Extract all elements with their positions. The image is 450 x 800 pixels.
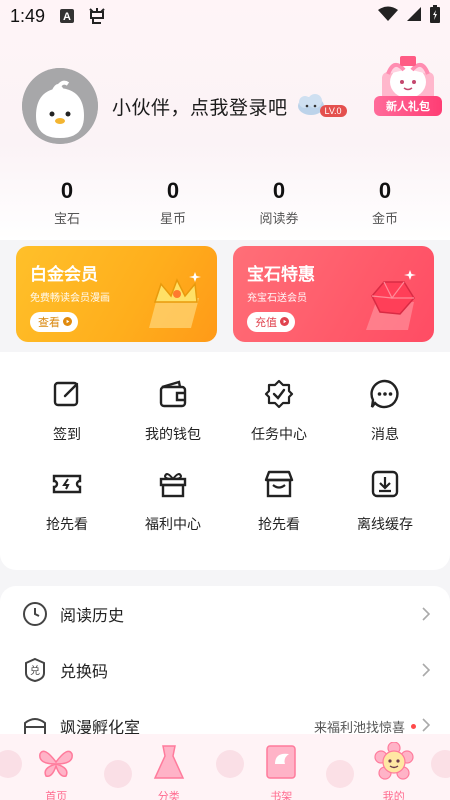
a-icon: A bbox=[59, 8, 75, 24]
play-arrow-icon bbox=[63, 316, 72, 329]
promo-cards: 白金会员 免费畅读会员漫画 查看 宝石特惠 充宝石送会员 充值 bbox=[16, 246, 434, 342]
bottom-tab-bar: 首页 分类 书架 我的 bbox=[0, 734, 450, 800]
status-bar: 1:49 A bbox=[0, 0, 450, 32]
stat-reading-coupons[interactable]: 0 阅读券 bbox=[226, 178, 332, 227]
gift-label: 新人礼包 bbox=[374, 96, 442, 116]
list-item-redeem-code[interactable]: 兑 兑换码 bbox=[0, 642, 450, 698]
svg-text:A: A bbox=[63, 11, 71, 23]
platinum-membership-card[interactable]: 白金会员 免费畅读会员漫画 查看 bbox=[16, 246, 217, 342]
stat-star-coins[interactable]: 0 星币 bbox=[120, 178, 226, 227]
stat-gems[interactable]: 0 宝石 bbox=[14, 178, 120, 227]
feature-grid-panel: 签到 我的钱包 任务中心 消息 抢先看 福利中心 抢先看 离线缓存 bbox=[0, 352, 450, 570]
gem-icon bbox=[366, 270, 416, 330]
profile-header[interactable]: 小伙伴，点我登录吧 LV.0 bbox=[22, 68, 347, 144]
edit-icon bbox=[53, 381, 79, 407]
butterfly-icon bbox=[39, 750, 74, 778]
chevron-right-icon bbox=[422, 717, 431, 736]
tab-home[interactable]: 首页 bbox=[21, 742, 91, 800]
battery-icon bbox=[430, 4, 440, 28]
wallet-icon bbox=[159, 380, 187, 408]
tab-category[interactable]: 分类 bbox=[134, 742, 204, 800]
feature-grid: 签到 我的钱包 任务中心 消息 抢先看 福利中心 抢先看 离线缓存 bbox=[0, 378, 450, 558]
list-item-label: 兑换码 bbox=[60, 662, 109, 681]
svg-text:兑: 兑 bbox=[30, 664, 40, 677]
grid-item-checkin[interactable]: 签到 bbox=[14, 378, 120, 468]
stat-label: 星币 bbox=[159, 212, 186, 227]
gift-box-icon bbox=[159, 473, 187, 498]
download-icon bbox=[371, 470, 399, 498]
grid-item-label: 消息 bbox=[371, 427, 399, 443]
login-prompt[interactable]: 小伙伴，点我登录吧 bbox=[112, 93, 288, 120]
new-user-gift-button[interactable]: 新人礼包 bbox=[374, 52, 442, 120]
recharge-button[interactable]: 充值 bbox=[247, 312, 295, 332]
grid-item-label: 抢先看 bbox=[46, 517, 88, 533]
grid-item-label: 福利中心 bbox=[145, 517, 201, 533]
level-badge: LV.0 bbox=[319, 105, 347, 117]
clock-icon bbox=[23, 602, 47, 626]
stat-value: 0 bbox=[378, 178, 392, 203]
stat-value: 0 bbox=[60, 178, 74, 203]
button-label: 查看 bbox=[38, 316, 60, 329]
grid-item-label: 我的钱包 bbox=[145, 427, 201, 443]
avatar[interactable] bbox=[22, 68, 98, 144]
tab-label: 书架 bbox=[270, 790, 293, 800]
grid-item-wallet[interactable]: 我的钱包 bbox=[120, 378, 226, 468]
tab-label: 我的 bbox=[382, 790, 405, 800]
stat-gold-coins[interactable]: 0 金币 bbox=[332, 178, 438, 227]
asset-stats: 0 宝石 0 星币 0 阅读券 0 金币 bbox=[0, 178, 450, 227]
book-wing-icon bbox=[266, 745, 296, 779]
chevron-right-icon bbox=[422, 663, 430, 677]
list-item-reading-history[interactable]: 阅读历史 bbox=[0, 586, 450, 642]
grid-item-label: 签到 bbox=[53, 427, 81, 443]
button-label: 充值 bbox=[255, 316, 277, 329]
redeem-icon: 兑 bbox=[25, 657, 45, 683]
list-item-note: 来福利池找惊喜 bbox=[313, 720, 405, 736]
level-indicator: LV.0 bbox=[296, 91, 347, 121]
wifi-icon bbox=[378, 6, 398, 27]
crown-icon bbox=[149, 272, 201, 328]
dress-icon bbox=[153, 745, 184, 779]
tab-mine[interactable]: 我的 bbox=[359, 741, 429, 800]
status-time: 1:49 bbox=[10, 5, 46, 26]
stat-label: 阅读券 bbox=[259, 212, 299, 227]
notification-dot bbox=[411, 723, 416, 729]
grid-item-early-access-2[interactable]: 抢先看 bbox=[226, 468, 332, 558]
stat-label: 金币 bbox=[371, 212, 398, 227]
tab-label: 分类 bbox=[157, 790, 180, 800]
bug-icon bbox=[87, 6, 107, 26]
stat-value: 0 bbox=[166, 178, 180, 203]
message-icon bbox=[370, 379, 399, 409]
flower-face-icon bbox=[374, 741, 414, 780]
stat-label: 宝石 bbox=[53, 212, 80, 227]
grid-item-offline-cache[interactable]: 离线缓存 bbox=[332, 468, 438, 558]
tab-bookshelf[interactable]: 书架 bbox=[246, 742, 316, 800]
stat-value: 0 bbox=[272, 178, 286, 203]
chevron-right-icon bbox=[422, 607, 430, 621]
list-item-label: 阅读历史 bbox=[60, 606, 125, 625]
grid-item-task-center[interactable]: 任务中心 bbox=[226, 378, 332, 468]
grid-item-early-access[interactable]: 抢先看 bbox=[14, 468, 120, 558]
grid-item-label: 离线缓存 bbox=[357, 517, 413, 533]
play-arrow-icon bbox=[280, 316, 289, 329]
tab-label: 首页 bbox=[45, 790, 68, 800]
grid-item-messages[interactable]: 消息 bbox=[332, 378, 438, 468]
grid-item-welfare-center[interactable]: 福利中心 bbox=[120, 468, 226, 558]
signal-icon bbox=[406, 6, 422, 27]
view-button[interactable]: 查看 bbox=[30, 312, 78, 332]
task-badge-icon bbox=[264, 379, 294, 409]
list-item-right: 来福利池找惊喜 bbox=[313, 717, 431, 736]
grid-item-label: 抢先看 bbox=[258, 517, 300, 533]
gem-deal-card[interactable]: 宝石特惠 充宝石送会员 充值 bbox=[233, 246, 434, 342]
store-icon bbox=[264, 470, 294, 498]
ticket-icon bbox=[52, 474, 82, 494]
grid-item-label: 任务中心 bbox=[251, 427, 307, 443]
